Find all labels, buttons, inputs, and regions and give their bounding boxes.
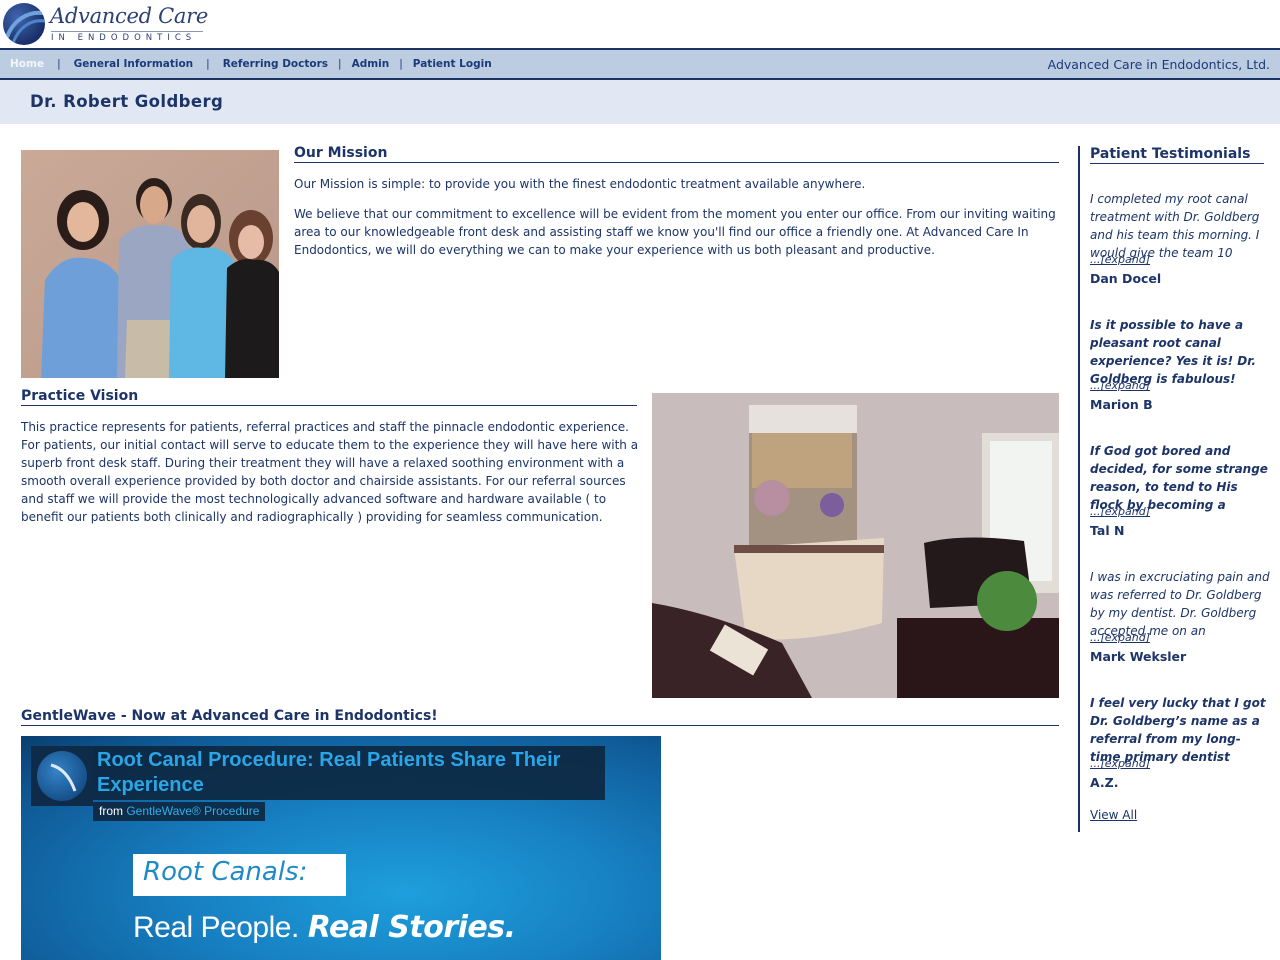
logo-title[interactable]: Advanced Care (50, 4, 208, 28)
mission-paragraph-2: We believe that our commitment to excell… (294, 207, 1056, 257)
mission-paragraph-1: Our Mission is simple: to provide you wi… (294, 177, 866, 191)
page-title: Dr. Robert Goldberg (30, 92, 224, 111)
logo-icon[interactable] (3, 3, 45, 45)
testimonial-item: If God got bored and decided, for some s… (1090, 442, 1270, 538)
testimonial-author: Dan Docel (1090, 271, 1162, 286)
team-photo (21, 150, 279, 378)
nav-home[interactable]: Home (10, 58, 44, 70)
testimonial-quote: I was in excruciating pain and was refer… (1090, 570, 1270, 638)
gentlewave-heading: GentleWave - Now at Advanced Care in End… (21, 708, 1059, 726)
logo-subtitle: IN ENDODONTICS (51, 31, 203, 43)
office-photo (652, 393, 1059, 698)
video-from-label: from (99, 804, 123, 818)
video-source: from GentleWave® Procedure (93, 802, 266, 821)
video-tagline-light: Real People. (133, 911, 299, 944)
nav-admin[interactable]: Admin (352, 58, 390, 70)
testimonial-item: I completed my root canal treatment with… (1090, 190, 1270, 286)
testimonial-author: Tal N (1090, 523, 1125, 538)
site-header: Advanced Care IN ENDODONTICS (0, 0, 1280, 48)
video-channel-logo[interactable] (31, 746, 93, 806)
company-name: Advanced Care in Endodontics, Ltd. (1047, 57, 1270, 72)
testimonial-quote: If God got bored and decided, for some s… (1090, 444, 1268, 512)
testimonial-author: Marion B (1090, 397, 1153, 412)
nav-separator: | (399, 58, 403, 70)
video-title-box: Root Canal Procedure: Real Patients Shar… (93, 746, 605, 800)
video-title[interactable]: Root Canal Procedure: Real Patients Shar… (97, 748, 601, 798)
vision-heading: Practice Vision (21, 388, 637, 406)
view-all-testimonials-link[interactable]: View All (1090, 808, 1137, 822)
video-tagline: Real People. Real Stories. (133, 910, 516, 945)
nav-separator: | (338, 58, 342, 70)
nav-referring-doctors[interactable]: Referring Doctors (223, 58, 328, 70)
nav-separator: | (206, 58, 210, 70)
main-nav: Home | General Information | Referring D… (0, 48, 1280, 80)
testimonial-author: Mark Weksler (1090, 649, 1187, 664)
video-overlay-box: Root Canals: (133, 854, 346, 896)
testimonial-quote: I completed my root canal treatment with… (1090, 192, 1260, 260)
nav-patient-login[interactable]: Patient Login (413, 58, 492, 70)
nav-general-information[interactable]: General Information (74, 58, 194, 70)
video-player[interactable]: Root Canal Procedure: Real Patients Shar… (21, 736, 661, 960)
nav-separator: | (57, 58, 61, 70)
mission-heading: Our Mission (294, 145, 1059, 163)
testimonial-item: I was in excruciating pain and was refer… (1090, 568, 1270, 664)
vision-paragraph: This practice represents for patients, r… (21, 420, 639, 524)
testimonials-sidebar: Patient Testimonials I completed my root… (1078, 146, 1280, 832)
testimonial-item: I feel very lucky that I got Dr. Goldber… (1090, 694, 1270, 790)
testimonial-item: Is it possible to have a pleasant root c… (1090, 316, 1270, 412)
title-band: Dr. Robert Goldberg (0, 80, 1280, 124)
testimonial-quote: I feel very lucky that I got Dr. Goldber… (1090, 696, 1266, 764)
testimonials-heading: Patient Testimonials (1090, 146, 1264, 164)
testimonial-author: A.Z. (1090, 775, 1119, 790)
testimonial-quote: Is it possible to have a pleasant root c… (1090, 318, 1256, 386)
video-overlay-text: Root Canals: (143, 857, 308, 887)
video-tagline-bold: Real Stories. (307, 910, 516, 945)
video-source-link[interactable]: GentleWave® Procedure (126, 804, 259, 818)
